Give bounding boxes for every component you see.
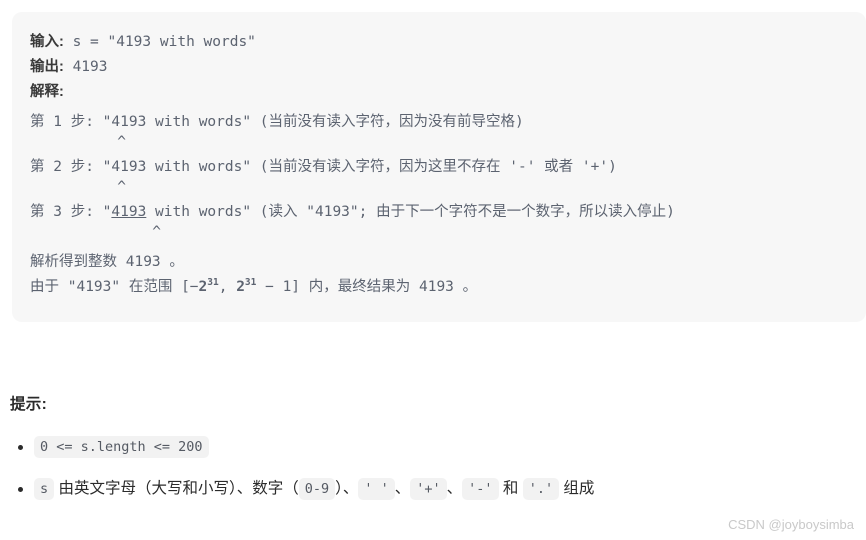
step-3-caret: ^ — [30, 224, 161, 240]
step-3-text: 第 3 步: "4193 with words" (读入 "4193"; 由于下… — [30, 201, 866, 224]
input-value: s = "4193 with words" — [72, 34, 256, 50]
output-label: 输出: — [30, 59, 64, 75]
hint-2-text-7: 、 — [446, 480, 463, 497]
step-1-text: 第 1 步: "4193 with words" (当前没有读入字符，因为没有前… — [30, 111, 866, 134]
step-1-suffix: with words" (当前没有读入字符，因为没有前导空格) — [146, 114, 524, 130]
range-exponent-1: 31 — [207, 277, 219, 289]
hint-2-text-5: 、 — [394, 480, 411, 497]
hint-item-1: 0 <= s.length <= 200 — [10, 436, 856, 458]
bullet-icon — [18, 445, 23, 450]
hint-2-code-8: '-' — [462, 478, 499, 500]
hint-2-body: s 由英文字母（大写和小写）、数字（ 0-9）、 ' '、 '+'、 '-' 和 '.'… — [34, 478, 595, 500]
output-value: 4193 — [72, 59, 108, 75]
input-line: 输入: s = "4193 with words" — [30, 30, 866, 55]
step-3-highlight: 4193 — [111, 204, 147, 220]
hint-2-text-3: ）、 — [335, 480, 359, 497]
range-middle: , — [218, 279, 237, 295]
step-3: 第 3 步: "4193 with words" (读入 "4193"; 由于下… — [30, 201, 866, 240]
hint-2-code-6: '+' — [410, 478, 447, 500]
output-line: 输出: 4193 — [30, 55, 866, 80]
step-1-prefix: 第 1 步: " — [30, 114, 112, 130]
range-exponent-2: 31 — [244, 277, 257, 289]
step-1-highlight: 4193 — [111, 114, 147, 130]
hint-2-code-4: ' ' — [358, 478, 395, 500]
bullet-icon — [18, 487, 23, 492]
step-3-prefix: 第 3 步: " — [30, 204, 112, 220]
explain-line: 解释: — [30, 80, 866, 105]
parse-result-line: 解析得到整数 4193 。 — [30, 254, 184, 270]
step-2-suffix: with words" (当前没有读入字符，因为这里不存在 '-' 或者 '+'… — [146, 159, 617, 175]
range-base-2: 2 — [236, 279, 245, 295]
input-label: 输入: — [30, 34, 64, 50]
hint-1-code: 0 <= s.length <= 200 — [34, 436, 209, 458]
range-after: − 1] 内，最终结果为 4193 。 — [256, 279, 478, 295]
hint-2-text-1: 由英文字母（大写和小写）、数字（ — [54, 480, 299, 497]
step-2-prefix: 第 2 步: " — [30, 159, 112, 175]
watermark: CSDN @joyboysimba — [728, 517, 854, 532]
step-2-caret: ^ — [30, 179, 127, 195]
example-panel: 输入: s = "4193 with words" 输出: 4193 解释: 第… — [12, 12, 866, 322]
hints-list: 0 <= s.length <= 200 s 由英文字母（大写和小写）、数字（ 0… — [10, 436, 856, 500]
hint-2-code-10: '.' — [522, 478, 560, 500]
hints-title: 提示: — [10, 396, 48, 413]
hint-2-text-11: 组成 — [559, 480, 595, 497]
range-base-1: 2 — [198, 279, 208, 295]
step-2-highlight: 4193 — [111, 159, 147, 175]
conclusion-block: 解析得到整数 4193 。 由于 "4193" 在范围 [−231, 231 −… — [30, 250, 866, 300]
hint-2-code-2: 0-9 — [298, 478, 336, 500]
step-3-suffix: with words" (读入 "4193"; 由于下一个字符不是一个数字，所以… — [146, 204, 675, 220]
range-check-line: 由于 "4193" 在范围 [−231, 231 − 1] 内，最终结果为 41… — [30, 275, 866, 300]
hints-section: 提示: 0 <= s.length <= 200 s 由英文字母（大写和小写）、… — [10, 392, 856, 520]
step-1-caret: ^ — [30, 134, 127, 150]
explain-label: 解释: — [30, 84, 64, 100]
hint-2-code-0: s — [34, 478, 55, 500]
step-2-text: 第 2 步: "4193 with words" (当前没有读入字符，因为这里不… — [30, 156, 866, 179]
step-2: 第 2 步: "4193 with words" (当前没有读入字符，因为这里不… — [30, 156, 866, 195]
hint-2-text-9: 和 — [498, 480, 523, 497]
range-before: 由于 "4193" 在范围 [− — [30, 279, 199, 295]
step-1: 第 1 步: "4193 with words" (当前没有读入字符，因为没有前… — [30, 111, 866, 150]
hint-item-2: s 由英文字母（大写和小写）、数字（ 0-9）、 ' '、 '+'、 '-' 和 '.'… — [10, 478, 856, 500]
